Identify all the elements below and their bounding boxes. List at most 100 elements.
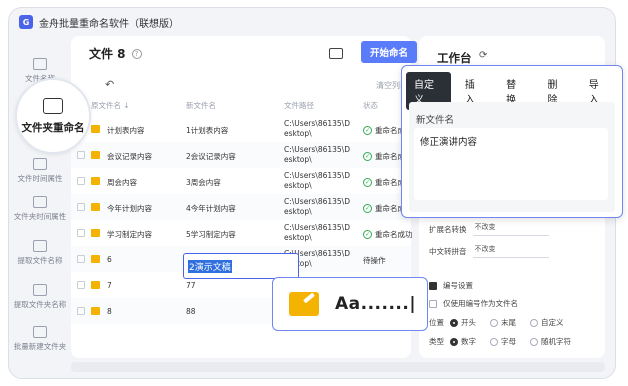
status-text: 待操作	[363, 256, 386, 265]
type-letter-radio[interactable]	[490, 337, 498, 346]
cell-new-name[interactable]: 4今年计划内容	[186, 203, 236, 214]
cell-path: C:\Users\86135\Desktop\	[284, 223, 350, 243]
option-label: 末尾	[501, 318, 516, 327]
row-checkbox[interactable]	[77, 255, 85, 263]
new-folder-icon	[33, 326, 47, 338]
cell-original-name: 周会内容	[107, 178, 137, 187]
option-label: 开头	[461, 318, 476, 327]
row-checkbox[interactable]	[77, 229, 85, 237]
cell-new-name[interactable]: 88	[186, 307, 196, 316]
option-label: 随机字符	[541, 337, 571, 346]
cell-path: C:\Users\86135\Desktop\	[284, 197, 350, 217]
selected-text: 2演示文稿	[188, 259, 232, 273]
position-end-radio[interactable]	[490, 318, 498, 327]
type-number-radio[interactable]	[450, 337, 458, 346]
cell-status: ✓ 重命名成功	[363, 229, 413, 240]
success-check-icon: ✓	[363, 204, 372, 213]
status-bar	[71, 362, 605, 372]
numbering-checkbox[interactable]	[429, 281, 437, 290]
pinyin-select[interactable]: 不改变	[472, 244, 549, 258]
app-logo: G	[19, 15, 33, 29]
sidebar-item-extract-file-name[interactable]: 提取文件名称	[9, 228, 71, 278]
folder-icon	[91, 151, 100, 159]
type-random-radio[interactable]	[530, 337, 538, 346]
row-checkbox[interactable]	[77, 281, 85, 289]
folder-icon	[91, 307, 100, 315]
help-icon[interactable]: ?	[131, 48, 142, 59]
position-custom-radio[interactable]	[530, 318, 538, 327]
option-label: 字母	[501, 337, 516, 346]
table-row[interactable]: 学习制定内容 5学习制定内容 C:\Users\86135\D esktop\ ✓ 重命名…	[71, 220, 413, 246]
table-row[interactable]: 会议记录内容 2会议记录内容 C:\Users\86135\D esktop\ ✓ 重命名…	[71, 142, 413, 168]
success-check-icon: ✓	[363, 126, 372, 135]
cell-original-name: 会议记录内容	[107, 152, 152, 161]
row-checkbox[interactable]	[77, 203, 85, 211]
sidebar-item-label: 提取文件名称	[17, 256, 63, 265]
col-original-name[interactable]: 原文件名 ↓	[91, 100, 130, 111]
path-line: C:\Users\86135\D	[284, 223, 350, 232]
typing-text: Aa.......|	[335, 294, 417, 314]
cell-original-name: 今年计划内容	[107, 204, 152, 213]
sidebar-item-label: 提取文件夹名称	[13, 300, 67, 309]
position-row: 位置 开头 末尾 自定义	[429, 317, 572, 328]
cell-new-name[interactable]: 3周会内容	[186, 177, 221, 188]
status-text: 重命名成功	[375, 230, 413, 239]
cell-path: C:\Users\86135\Desktop\	[284, 119, 350, 139]
folder-rename-highlight[interactable]: 文件夹重命名	[15, 78, 91, 154]
add-folder-icon[interactable]	[329, 48, 343, 59]
cell-original-name: 学习制定内容	[107, 230, 152, 239]
cell-status: 待操作	[363, 255, 386, 266]
sidebar-item-label: 批量新建文件夹	[13, 342, 67, 351]
rename-edit-field[interactable]: 2演示文稿	[183, 253, 299, 279]
row-checkbox[interactable]	[77, 177, 85, 185]
folder-icon	[91, 177, 100, 185]
start-rename-button[interactable]: 开始命名	[361, 41, 417, 63]
sidebar-item-new-folders[interactable]: 批量新建文件夹	[9, 314, 71, 364]
new-name-input[interactable]: 修正演讲内容	[414, 128, 608, 200]
cell-original-name: 7	[107, 281, 112, 290]
option-label: 自定义	[541, 318, 564, 327]
workbench-title: 工作台	[437, 51, 472, 65]
path-line: C:\Users\86135\D	[284, 145, 350, 154]
only-number-row: 仅使用编号作为文件名	[429, 298, 518, 309]
file-icon	[33, 58, 47, 70]
cell-path: C:\Users\86135\Desktop\	[284, 145, 350, 165]
app-title: 金舟批量重命名软件（联想版）	[39, 18, 179, 30]
path-line: esktop\	[284, 155, 312, 164]
row-checkbox[interactable]	[77, 151, 85, 159]
title-bar: G 金舟批量重命名软件（联想版）	[9, 8, 615, 36]
col-new-name: 新文件名	[186, 101, 216, 110]
custom-form: 新文件名 修正演讲内容	[409, 102, 615, 212]
only-number-checkbox[interactable]	[429, 299, 437, 308]
file-count-title: 文件 8	[89, 47, 126, 61]
refresh-icon[interactable]: ⟳	[479, 50, 487, 61]
table-row[interactable]: 计划表内容 1计划表内容 C:\Users\86135\D esktop\ ✓ 重命名成功	[71, 116, 413, 142]
table-header: 原文件名 ↓ 新文件名 文件路径 状态	[71, 94, 411, 116]
cell-new-name[interactable]: 2会议记录内容	[186, 151, 236, 162]
cell-new-name[interactable]: 77	[186, 281, 196, 290]
numbering-row: 编号设置	[429, 280, 473, 291]
ext-select[interactable]: 不改变	[472, 222, 549, 236]
success-check-icon: ✓	[363, 178, 372, 187]
folder-icon	[91, 281, 100, 289]
table-row[interactable]: 今年计划内容 4今年计划内容 C:\Users\86135\D esktop\ ✓ 重命名…	[71, 194, 413, 220]
cell-new-name[interactable]: 5学习制定内容	[186, 229, 236, 240]
new-name-label: 新文件名	[416, 115, 455, 126]
folder-pen-icon	[289, 292, 319, 316]
pinyin-row: 中文转拼音 不改变	[429, 244, 549, 258]
row-checkbox[interactable]	[77, 307, 85, 315]
sidebar-item-label: 文件夹时间属性	[13, 212, 67, 221]
path-line: C:\Users\86135\D	[284, 119, 350, 128]
table-row[interactable]: 周会内容 3周会内容 C:\Users\86135\D esktop\ ✓ 重命名成功	[71, 168, 413, 194]
folder-icon	[91, 203, 100, 211]
position-start-radio[interactable]	[450, 318, 458, 327]
extract-file-icon	[33, 240, 47, 252]
type-label: 类型	[429, 337, 444, 346]
sidebar-item-label: 文件夹重命名	[21, 121, 85, 134]
folder-icon	[91, 255, 100, 263]
success-check-icon: ✓	[363, 230, 372, 239]
undo-icon[interactable]: ↶	[105, 78, 114, 91]
cell-original-name: 6	[107, 255, 112, 264]
cell-new-name[interactable]: 1计划表内容	[186, 125, 228, 136]
sidebar-item-folder-time[interactable]: 文件夹时间属性	[9, 184, 71, 234]
